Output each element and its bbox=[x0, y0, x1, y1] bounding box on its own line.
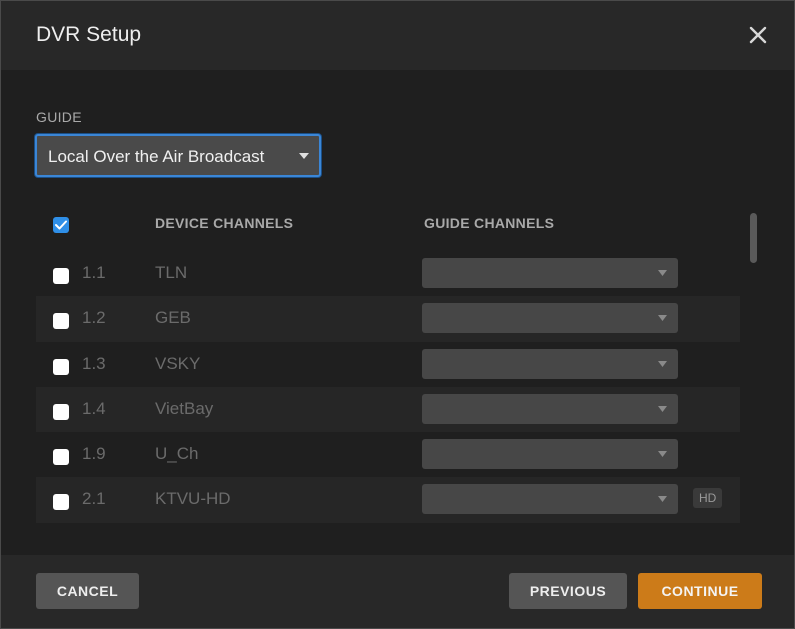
channel-table-header: DEVICE CHANNELS GUIDE CHANNELS bbox=[36, 203, 740, 243]
channel-list-scrollbar[interactable] bbox=[750, 213, 757, 263]
select-all-checkbox[interactable] bbox=[53, 217, 69, 233]
chevron-down-icon bbox=[299, 153, 309, 159]
channel-row: 2.1 KTVU-HD HD bbox=[36, 477, 740, 523]
close-icon bbox=[749, 26, 767, 44]
guide-label: GUIDE bbox=[36, 109, 82, 125]
channel-name: U_Ch bbox=[155, 444, 199, 464]
guide-select[interactable]: Local Over the Air Broadcast bbox=[35, 134, 321, 177]
guide-channel-select[interactable] bbox=[422, 484, 678, 515]
channel-number: 1.9 bbox=[82, 444, 106, 464]
channel-number: 2.1 bbox=[82, 489, 106, 509]
guide-channel-select[interactable] bbox=[422, 303, 678, 334]
channel-checkbox[interactable] bbox=[53, 358, 69, 375]
previous-button[interactable]: PREVIOUS bbox=[509, 573, 627, 609]
channel-row: 1.4 VietBay bbox=[36, 386, 740, 433]
channel-list: 1.1 TLN 1.2 GEB 1.3 VSKY 1.4 VietBay 1.9… bbox=[36, 251, 740, 523]
guide-channels-header: GUIDE CHANNELS bbox=[424, 215, 555, 231]
chevron-down-icon bbox=[658, 496, 667, 503]
channel-checkbox[interactable] bbox=[53, 403, 69, 420]
chevron-down-icon bbox=[658, 360, 667, 367]
channel-number: 1.1 bbox=[82, 263, 106, 282]
channel-name: VietBay bbox=[155, 398, 214, 418]
channel-number: 1.4 bbox=[82, 398, 106, 418]
cancel-button[interactable]: CANCEL bbox=[36, 573, 139, 609]
channel-row: 1.3 VSKY bbox=[36, 342, 740, 387]
hd-badge: HD bbox=[693, 488, 723, 509]
device-channels-header: DEVICE CHANNELS bbox=[155, 215, 294, 231]
channel-row: 1.2 GEB bbox=[36, 296, 740, 342]
close-button[interactable] bbox=[744, 21, 772, 49]
guide-select-value: Local Over the Air Broadcast bbox=[48, 147, 265, 166]
channel-checkbox[interactable] bbox=[53, 268, 69, 284]
channel-number: 1.2 bbox=[82, 308, 106, 328]
channel-checkbox[interactable] bbox=[53, 313, 69, 330]
channel-checkbox[interactable] bbox=[53, 494, 69, 511]
chevron-down-icon bbox=[658, 451, 667, 458]
chevron-down-icon bbox=[658, 270, 667, 276]
dialog-body: GUIDE Local Over the Air Broadcast DEVIC… bbox=[1, 70, 794, 555]
guide-channel-select[interactable] bbox=[422, 393, 678, 424]
guide-channel-select[interactable] bbox=[422, 439, 678, 470]
channel-name: VSKY bbox=[155, 353, 201, 373]
dvr-setup-dialog: DVR Setup GUIDE Local Over the Air Broad… bbox=[0, 0, 795, 629]
dialog-title: DVR Setup bbox=[36, 23, 142, 46]
chevron-down-icon bbox=[658, 315, 667, 322]
channel-row: 1.9 U_Ch bbox=[36, 432, 740, 477]
check-icon bbox=[55, 220, 67, 230]
channel-row: 1.1 TLN bbox=[36, 251, 740, 296]
guide-channel-select[interactable] bbox=[422, 258, 678, 288]
channel-checkbox[interactable] bbox=[53, 449, 69, 466]
channel-name: KTVU-HD bbox=[155, 489, 231, 509]
guide-channel-select[interactable] bbox=[422, 348, 678, 379]
continue-button[interactable]: CONTINUE bbox=[638, 573, 762, 609]
dialog-header: DVR Setup bbox=[1, 1, 794, 70]
channel-name: TLN bbox=[155, 263, 188, 282]
dialog-footer: CANCEL PREVIOUS CONTINUE bbox=[1, 555, 794, 628]
chevron-down-icon bbox=[658, 405, 667, 412]
channel-number: 1.3 bbox=[82, 353, 106, 373]
channel-name: GEB bbox=[155, 308, 191, 328]
